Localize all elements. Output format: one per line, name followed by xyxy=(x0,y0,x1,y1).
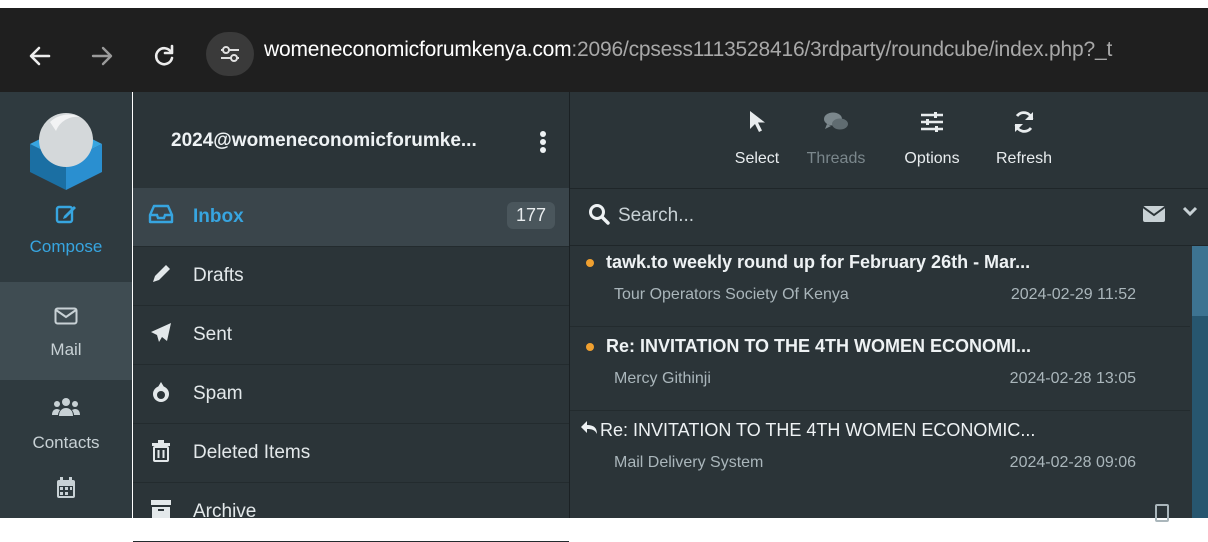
message-date: 2024-02-28 13:05 xyxy=(1009,370,1136,387)
comments-icon xyxy=(798,110,874,142)
archive-icon xyxy=(147,499,175,525)
paper-plane-icon xyxy=(147,322,175,350)
folder-drafts[interactable]: Drafts xyxy=(133,247,569,306)
unread-dot-icon xyxy=(586,259,594,268)
roundcube-logo xyxy=(0,92,132,192)
chevron-down-icon[interactable] xyxy=(1182,201,1198,227)
inbox-icon xyxy=(147,204,175,230)
compose-icon xyxy=(0,202,132,231)
envelope-icon xyxy=(0,282,132,330)
refresh-button[interactable]: Refresh xyxy=(986,110,1062,168)
contacts-nav-item[interactable]: Contacts xyxy=(0,396,132,453)
account-menu-button[interactable] xyxy=(539,130,547,158)
scroll-thumb[interactable] xyxy=(1192,246,1208,316)
list-toolbar: Select Threads Options Refresh xyxy=(570,92,1208,189)
threads-button[interactable]: Threads xyxy=(798,110,874,168)
select-button[interactable]: Select xyxy=(722,110,792,168)
calendar-icon xyxy=(0,476,132,505)
mail-label: Mail xyxy=(50,340,82,359)
select-label: Select xyxy=(734,150,780,167)
tune-icon[interactable] xyxy=(206,32,254,76)
search-input[interactable]: Search... xyxy=(618,205,694,227)
subject-text: Re: INVITATION TO THE 4TH WOMEN ECONOMIC… xyxy=(600,420,1036,440)
attachment-icon xyxy=(1154,504,1172,527)
fire-icon xyxy=(147,381,175,409)
message-subject: Re: INVITATION TO THE 4TH WOMEN ECONOMI.… xyxy=(586,326,1031,366)
message-sender: Tour Operators Society Of Kenya xyxy=(614,286,849,303)
app-rail: Compose Mail Contacts xyxy=(0,92,132,518)
account-header: 2024@womeneconomicforumke... xyxy=(133,92,569,189)
refresh-label: Refresh xyxy=(995,150,1053,167)
message-list-pane: Select Threads Options Refresh Search... xyxy=(570,92,1208,522)
pencil-icon xyxy=(147,263,175,291)
folder-deleted-items[interactable]: Deleted Items xyxy=(133,424,569,483)
folder-label: Inbox xyxy=(193,206,244,227)
folder-label: Drafts xyxy=(193,265,244,286)
back-arrow-icon[interactable] xyxy=(20,36,60,76)
browser-toolbar: womeneconomicforumkenya.com:2096/cpsess1… xyxy=(0,8,1208,92)
message-subject: Re: INVITATION TO THE 4TH WOMEN ECONOMIC… xyxy=(580,410,1035,450)
message-list-scrollbar[interactable] xyxy=(1192,246,1208,518)
sliders-icon xyxy=(892,110,972,142)
subject-text: tawk.to weekly round up for February 26t… xyxy=(606,252,1031,272)
search-icon xyxy=(588,203,610,231)
folder-sent[interactable]: Sent xyxy=(133,306,569,365)
folder-spam[interactable]: Spam xyxy=(133,365,569,424)
folder-label: Sent xyxy=(193,324,233,345)
reload-icon[interactable] xyxy=(144,36,184,76)
search-bar[interactable]: Search... xyxy=(570,189,1208,246)
folder-label: Deleted Items xyxy=(193,442,311,463)
unread-count-badge: 177 xyxy=(506,202,555,229)
options-label: Options xyxy=(904,150,960,167)
unread-dot-icon xyxy=(586,343,594,352)
reply-icon xyxy=(580,410,600,450)
message-date: 2024-02-28 09:06 xyxy=(1009,454,1136,471)
subject-text: Re: INVITATION TO THE 4TH WOMEN ECONOMI.… xyxy=(606,336,1032,356)
users-icon xyxy=(0,396,132,423)
folder-archive[interactable]: Archive xyxy=(133,483,569,542)
mail-nav-item[interactable]: Mail xyxy=(0,282,132,380)
url-host: womeneconomicforumkenya.com xyxy=(264,38,572,61)
envelope-icon[interactable] xyxy=(1142,203,1166,229)
top-strip xyxy=(0,0,1208,8)
calendar-nav-item[interactable] xyxy=(0,476,132,505)
folder-label: Spam xyxy=(193,383,243,404)
refresh-icon xyxy=(986,110,1062,142)
threads-label: Threads xyxy=(806,150,866,167)
message-sender: Mail Delivery System xyxy=(614,454,764,471)
message-subject: tawk.to weekly round up for February 26t… xyxy=(586,242,1030,282)
options-button[interactable]: Options xyxy=(892,110,972,168)
folder-panel: 2024@womeneconomicforumke... Inbox 177 D… xyxy=(133,92,570,542)
message-sender: Mercy Githinji xyxy=(614,370,711,387)
message-date: 2024-02-29 11:52 xyxy=(1010,286,1136,303)
kebab-menu-icon xyxy=(540,131,546,153)
compose-label: Compose xyxy=(29,237,103,256)
message-row[interactable]: Re: INVITATION TO THE 4TH WOMEN ECONOMIC… xyxy=(570,410,1190,534)
forward-arrow-icon[interactable] xyxy=(82,36,122,76)
folder-inbox[interactable]: Inbox 177 xyxy=(133,188,569,247)
compose-button[interactable]: Compose xyxy=(0,202,132,257)
contacts-label: Contacts xyxy=(32,433,100,452)
cursor-icon xyxy=(722,110,792,142)
folder-label: Archive xyxy=(193,501,257,522)
url-path: :2096/cpsess1113528416/3rdparty/roundcub… xyxy=(571,38,1113,61)
message-list: tawk.to weekly round up for February 26t… xyxy=(570,246,1190,522)
address-bar[interactable]: womeneconomicforumkenya.com:2096/cpsess1… xyxy=(264,38,1112,62)
account-name: 2024@womeneconomicforumke... xyxy=(171,130,477,151)
trash-icon xyxy=(147,440,175,468)
